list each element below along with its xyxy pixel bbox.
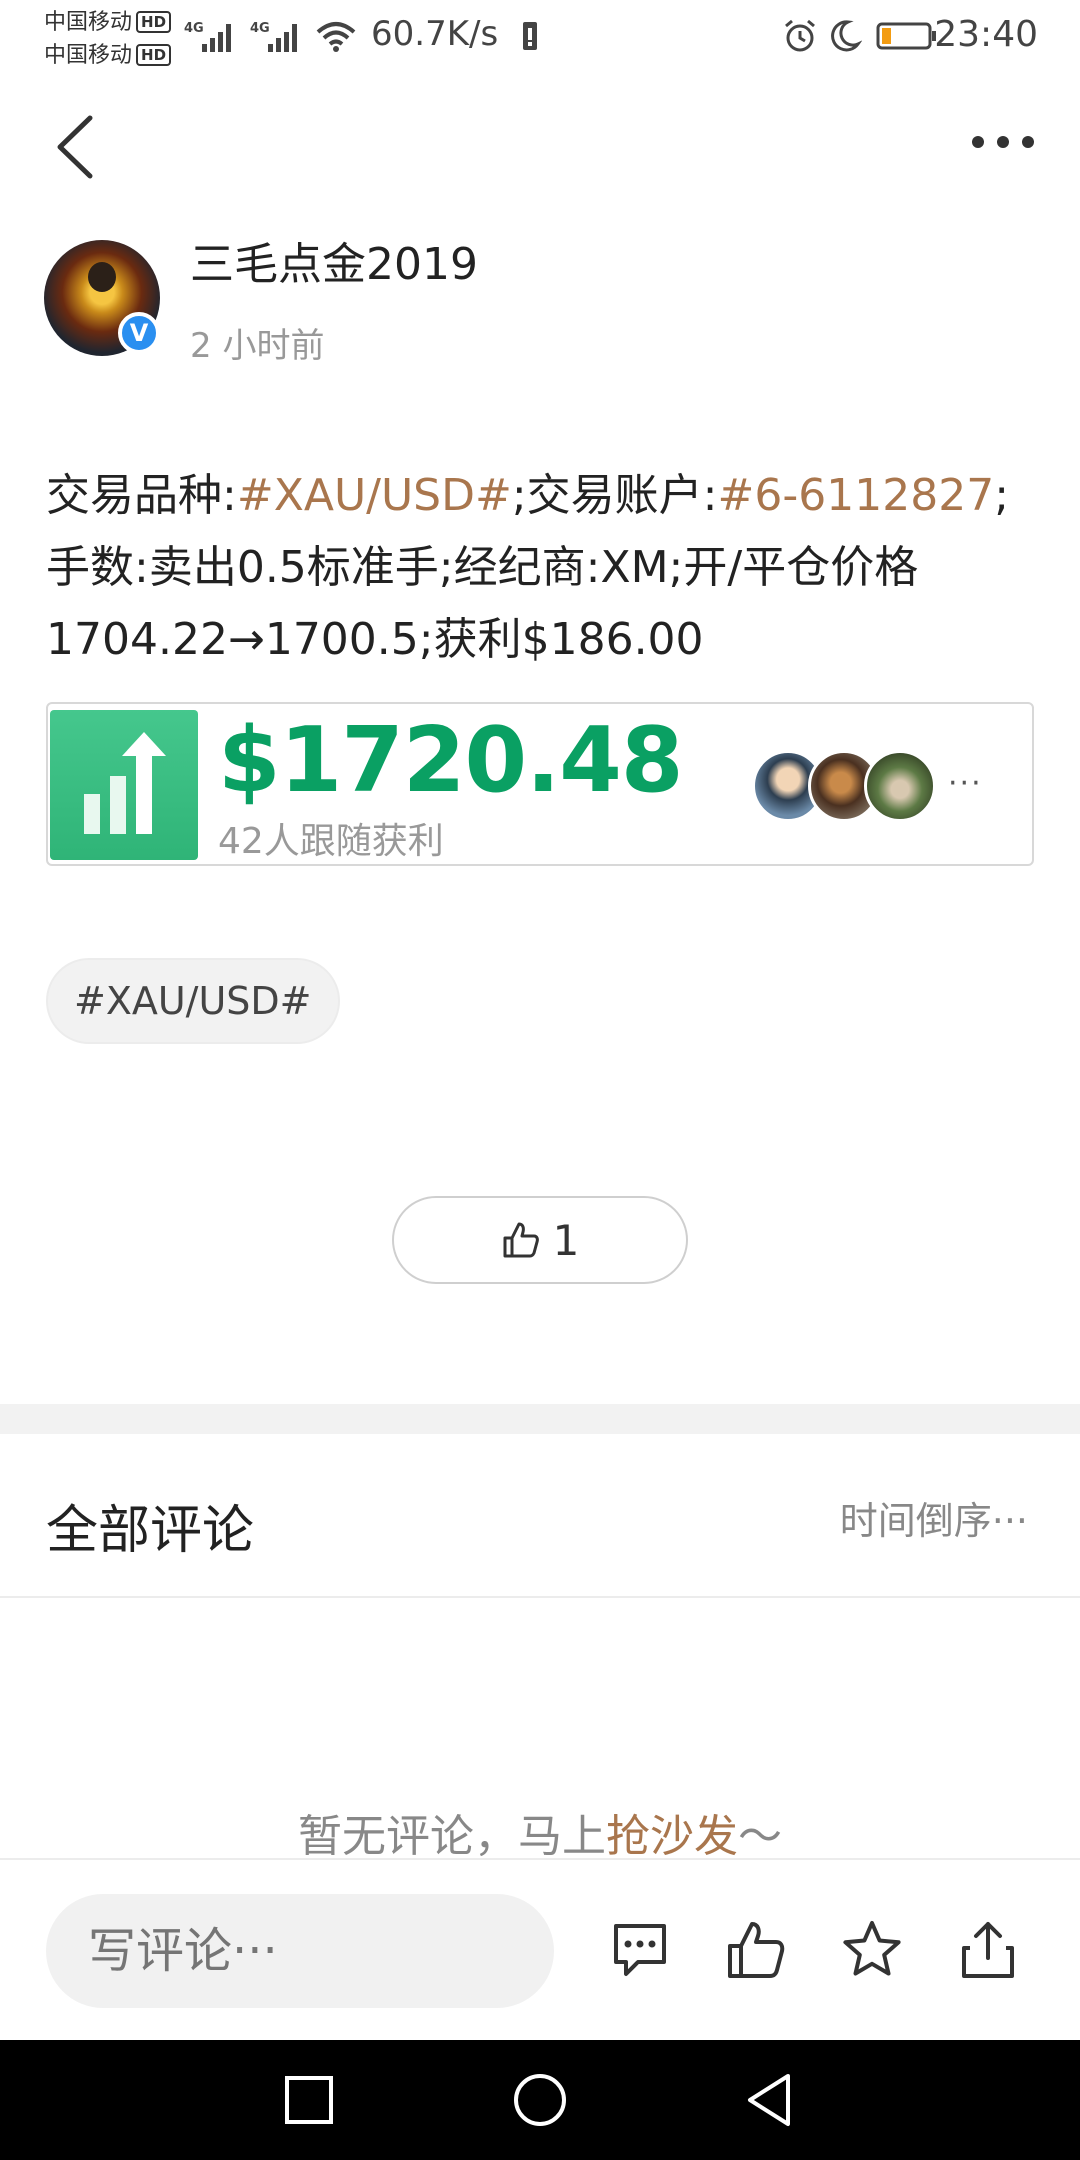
section-divider bbox=[0, 1404, 1080, 1434]
account-link[interactable]: #6-6112827 bbox=[718, 470, 995, 521]
back-icon[interactable] bbox=[740, 2070, 800, 2130]
wifi-icon bbox=[316, 22, 356, 52]
system-nav-bar bbox=[0, 2040, 1080, 2160]
signal-icon: 4G bbox=[250, 21, 297, 52]
avatar-figure bbox=[88, 262, 116, 292]
share-icon[interactable] bbox=[956, 1918, 1020, 1982]
more-followers-icon[interactable]: ··· bbox=[948, 766, 983, 801]
follow-profit-amount: $1720.48 bbox=[218, 708, 684, 813]
svg-text:4G: 4G bbox=[250, 21, 270, 36]
bottom-action-bar bbox=[0, 1858, 1080, 2040]
followers-count: 42人跟随获利 bbox=[218, 821, 444, 862]
comment-input[interactable] bbox=[46, 1894, 554, 2008]
star-icon[interactable] bbox=[840, 1918, 904, 1982]
avatar bbox=[864, 750, 936, 822]
post-time: 2 小时前 bbox=[190, 326, 325, 366]
more-horizontal-icon[interactable] bbox=[970, 128, 1036, 156]
carrier-info: 中国移动 HD 中国移动 HD bbox=[44, 6, 172, 72]
empty-comments-message: 暂无评论，马上抢沙发～ bbox=[0, 1800, 1080, 1864]
status-time: 23:40 bbox=[934, 14, 1038, 55]
empty-suffix: ～ bbox=[738, 1811, 782, 1862]
symbol-link[interactable]: #XAU/USD# bbox=[237, 470, 512, 521]
like-button[interactable]: 1 bbox=[392, 1196, 688, 1284]
thumbs-up-icon[interactable] bbox=[724, 1918, 788, 1982]
author-name[interactable]: 三毛点金2019 bbox=[190, 228, 478, 292]
status-bar: 中国移动 HD 中国移动 HD 4G 4G 60.7K/s 23:40 bbox=[0, 0, 1080, 74]
topic-tag[interactable]: #XAU/USD# bbox=[46, 958, 340, 1044]
follower-avatars[interactable] bbox=[752, 750, 952, 824]
comment-icon[interactable] bbox=[608, 1918, 672, 1982]
post-text-part: 交易品种: bbox=[46, 470, 237, 521]
divider bbox=[0, 1596, 1080, 1598]
comments-title: 全部评论 bbox=[46, 1501, 255, 1561]
do-not-disturb-icon bbox=[831, 20, 862, 52]
sort-order-button[interactable]: 时间倒序··· bbox=[840, 1490, 1028, 1545]
signal-icon: 4G bbox=[184, 21, 231, 52]
verified-badge-icon: V bbox=[118, 312, 160, 354]
carrier-2: 中国移动 bbox=[44, 43, 133, 68]
hd-badge: HD bbox=[136, 11, 172, 33]
battery-saver-icon bbox=[523, 22, 537, 50]
empty-prefix: 暂无评论，马上 bbox=[298, 1811, 606, 1862]
profit-card[interactable]: $1720.48 42人跟随获利 ··· bbox=[46, 702, 1034, 866]
chevron-left-icon[interactable] bbox=[52, 112, 96, 182]
recent-apps-icon[interactable] bbox=[279, 2070, 339, 2130]
battery-icon bbox=[876, 22, 936, 50]
home-icon[interactable] bbox=[510, 2070, 570, 2130]
net-speed: 60.7K/s bbox=[371, 14, 499, 54]
like-count: 1 bbox=[552, 1215, 580, 1265]
bar-chart-up-icon bbox=[50, 710, 198, 860]
svg-text:4G: 4G bbox=[184, 21, 204, 36]
post-content: 交易品种:#XAU/USD#;交易账户:#6-6112827;手数:卖出0.5标… bbox=[46, 460, 1046, 676]
thumbs-up-icon bbox=[503, 1222, 539, 1258]
alarm-icon bbox=[785, 19, 815, 52]
post-text-part: ;交易账户: bbox=[511, 470, 718, 521]
hd-badge: HD bbox=[136, 44, 172, 66]
first-comment-link[interactable]: 抢沙发 bbox=[606, 1811, 738, 1862]
carrier-1: 中国移动 bbox=[44, 10, 133, 35]
